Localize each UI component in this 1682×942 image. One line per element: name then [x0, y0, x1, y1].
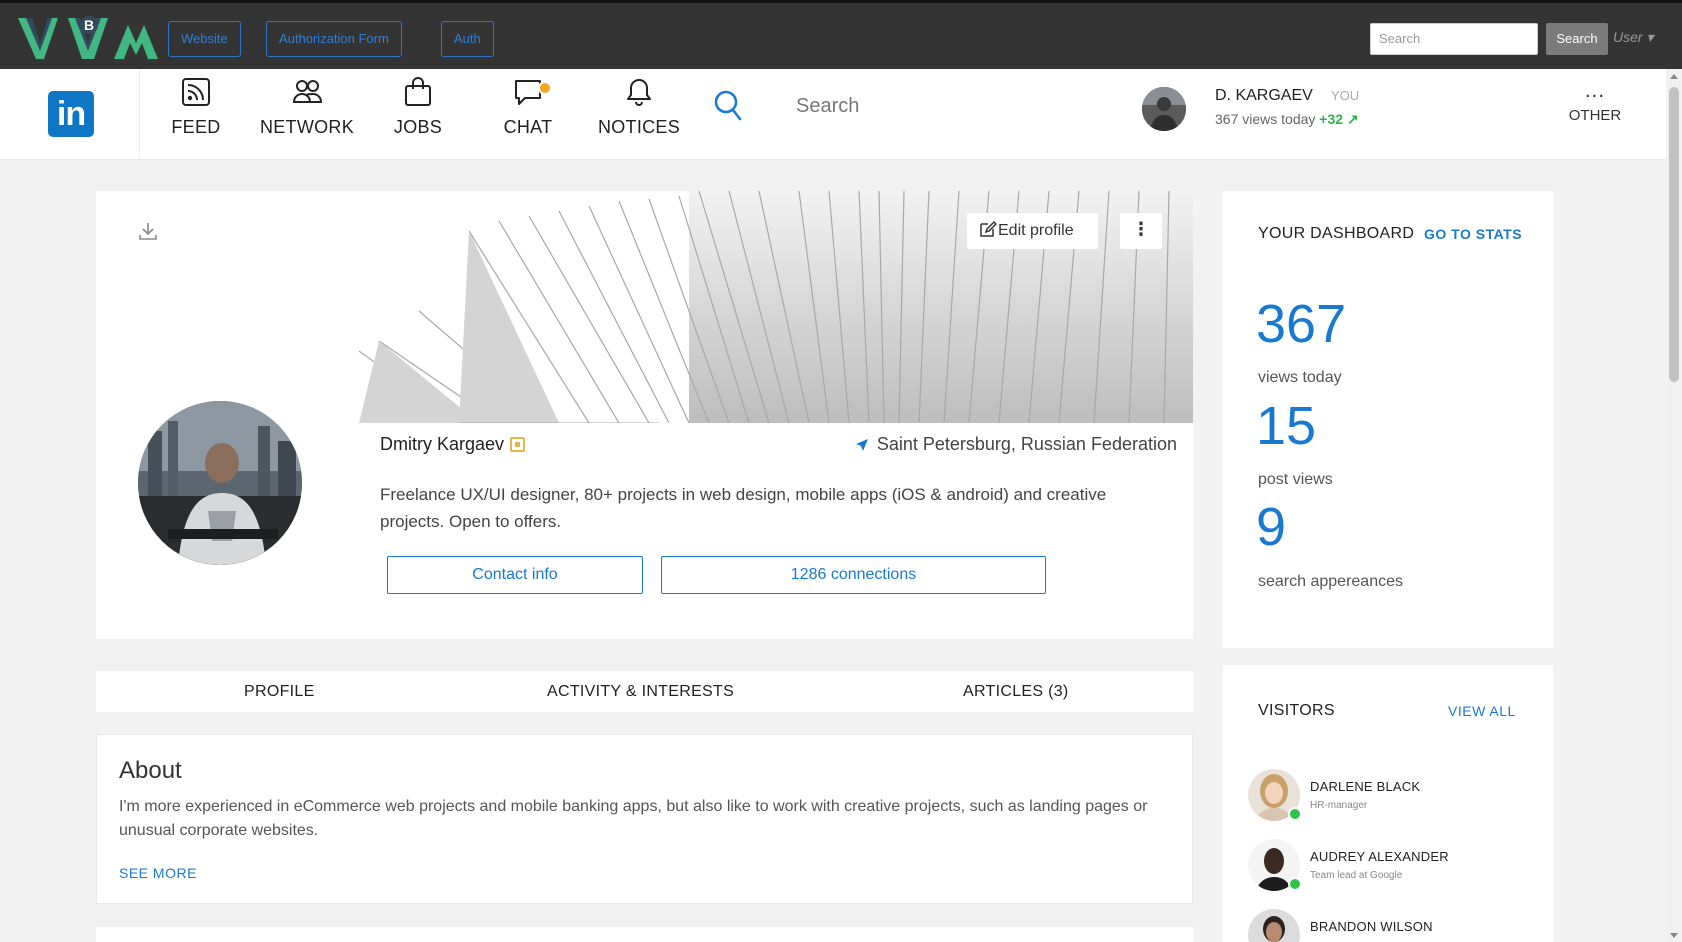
connections-button[interactable]: 1286 connections: [661, 556, 1046, 594]
top-bar: B Website Authorization Form Auth Search…: [0, 0, 1682, 69]
nav-search-input[interactable]: Search: [796, 95, 859, 118]
page-scrollbar[interactable]: [1666, 69, 1682, 942]
scroll-down-arrow-icon[interactable]: [1670, 933, 1678, 938]
other-label: OTHER: [1568, 107, 1622, 124]
profile-name: Dmitry Kargaev: [380, 434, 526, 455]
svg-text:B: B: [84, 17, 94, 33]
nav-jobs-label: JOBS: [393, 117, 443, 137]
views-today-text: 367 views today: [1215, 111, 1316, 127]
visitors-card: VISITORS VIEW ALL DARLENE BLACK HR-manag…: [1223, 665, 1553, 942]
scroll-thumb[interactable]: [1669, 87, 1679, 382]
online-status-icon: [1288, 807, 1302, 821]
visitor-item[interactable]: DARLENE BLACK HR-manager: [1248, 769, 1538, 829]
stat-post-views-label: post views: [1258, 471, 1333, 488]
visitor-name: BRANDON WILSON: [1310, 919, 1433, 934]
scroll-up-arrow-icon[interactable]: [1670, 74, 1678, 79]
edit-profile-button[interactable]: Edit profile: [967, 213, 1098, 249]
profile-location-text: Saint Petersburg, Russian Federation: [876, 434, 1177, 454]
about-text: I'm more experienced in eCommerce web pr…: [119, 798, 1148, 839]
visitor-item[interactable]: AUDREY ALEXANDER Team lead at Google: [1248, 839, 1538, 899]
dashboard-card: YOUR DASHBOARD GO TO STATS 367 views tod…: [1223, 191, 1553, 648]
dashboard-title: YOUR DASHBOARD: [1258, 225, 1415, 242]
search-icon[interactable]: [713, 89, 743, 123]
authorization-form-button[interactable]: Authorization Form: [266, 21, 402, 57]
visitor-avatar: [1248, 909, 1300, 942]
user-menu-label: User: [1613, 29, 1643, 45]
topbar-search-button[interactable]: Search: [1546, 23, 1608, 55]
stat-views-today-value: 367: [1256, 294, 1347, 354]
about-title: About: [119, 757, 182, 784]
profile-bio: Freelance UX/UI designer, 80+ projects i…: [380, 485, 1107, 531]
more-icon: ...: [1584, 81, 1606, 102]
download-icon[interactable]: [138, 221, 158, 241]
visitor-name: DARLENE BLACK: [1310, 779, 1421, 794]
you-label: YOU: [1331, 88, 1360, 103]
user-menu-dropdown[interactable]: User ▾: [1613, 29, 1653, 46]
user-avatar[interactable]: [1142, 87, 1186, 131]
auth-button[interactable]: Auth: [441, 21, 494, 57]
see-more-link[interactable]: SEE MORE: [119, 865, 197, 881]
stat-post-views-value: 15: [1256, 396, 1317, 456]
nav-chat[interactable]: CHAT: [478, 77, 578, 152]
edit-icon: [980, 220, 998, 237]
profile-tabs: PROFILE ACTIVITY & INTERESTS ARTICLES (3…: [96, 671, 1193, 712]
views-delta: +32: [1319, 111, 1344, 127]
about-section: About I'm more experienced in eCommerce …: [96, 734, 1193, 904]
visitor-role: Team lead at Google: [1310, 870, 1403, 881]
website-button[interactable]: Website: [168, 21, 241, 57]
bag-icon: [405, 77, 431, 106]
nav-user-name[interactable]: D. KARGAEV: [1215, 87, 1313, 105]
chat-notification-badge: [538, 81, 552, 95]
profile-avatar[interactable]: [138, 401, 302, 565]
nav-network[interactable]: NETWORK: [257, 77, 357, 152]
visitor-name: AUDREY ALEXANDER: [1310, 849, 1449, 864]
location-arrow-icon: [855, 439, 868, 451]
tab-articles[interactable]: ARTICLES (3): [963, 671, 1069, 712]
profile-name-text: Dmitry Kargaev: [380, 434, 505, 454]
topbar-search-input[interactable]: Search: [1370, 23, 1538, 55]
nav-notices-label: NOTICES: [597, 117, 681, 137]
profile-location: Saint Petersburg, Russian Federation: [855, 434, 1177, 455]
profile-card: Edit profile ⋮ Dmitry Kargaev Saint Pete…: [96, 191, 1193, 639]
bell-icon: [627, 79, 651, 106]
go-to-stats-link[interactable]: GO TO STATS: [1424, 226, 1522, 242]
online-status-icon: [1288, 877, 1302, 891]
visitor-role: HR-manager: [1310, 800, 1368, 811]
nav-divider: [139, 69, 140, 160]
tab-activity-interests[interactable]: ACTIVITY & INTERESTS: [547, 671, 734, 712]
contact-info-button[interactable]: Contact info: [387, 556, 643, 594]
nav-feed-label: FEED: [171, 117, 221, 137]
visitors-title: VISITORS: [1258, 702, 1335, 719]
trend-up-icon: ↗: [1346, 111, 1359, 127]
rss-icon: [182, 78, 210, 106]
view-all-link[interactable]: VIEW ALL: [1448, 703, 1516, 719]
nav-network-label: NETWORK: [259, 117, 355, 137]
main-nav: in FEED NETWORK JOBS CHAT NOTICES Search…: [0, 69, 1666, 160]
other-menu[interactable]: ... OTHER: [1560, 81, 1630, 125]
next-section-card: [96, 927, 1193, 942]
stat-search-appearances-label: search appereances: [1258, 573, 1403, 590]
tab-profile[interactable]: PROFILE: [244, 671, 315, 712]
nav-chat-label: CHAT: [503, 117, 553, 137]
edit-profile-label: Edit profile: [998, 222, 1074, 239]
vvm-logo[interactable]: B: [18, 13, 166, 63]
nav-jobs[interactable]: JOBS: [368, 77, 468, 152]
people-icon: [292, 80, 323, 103]
more-options-button[interactable]: ⋮: [1120, 213, 1162, 249]
stat-views-today-label: views today: [1258, 369, 1342, 386]
nav-views-today: 367 views today +32 ↗: [1215, 111, 1359, 128]
nav-feed[interactable]: FEED: [146, 77, 246, 152]
caret-down-icon: ▾: [1646, 29, 1654, 45]
stat-search-appearances-value: 9: [1256, 497, 1287, 557]
visitor-item[interactable]: BRANDON WILSON: [1248, 909, 1538, 942]
premium-badge-icon: [510, 437, 526, 452]
linkedin-logo[interactable]: in: [48, 91, 94, 137]
nav-notices[interactable]: NOTICES: [589, 77, 689, 152]
